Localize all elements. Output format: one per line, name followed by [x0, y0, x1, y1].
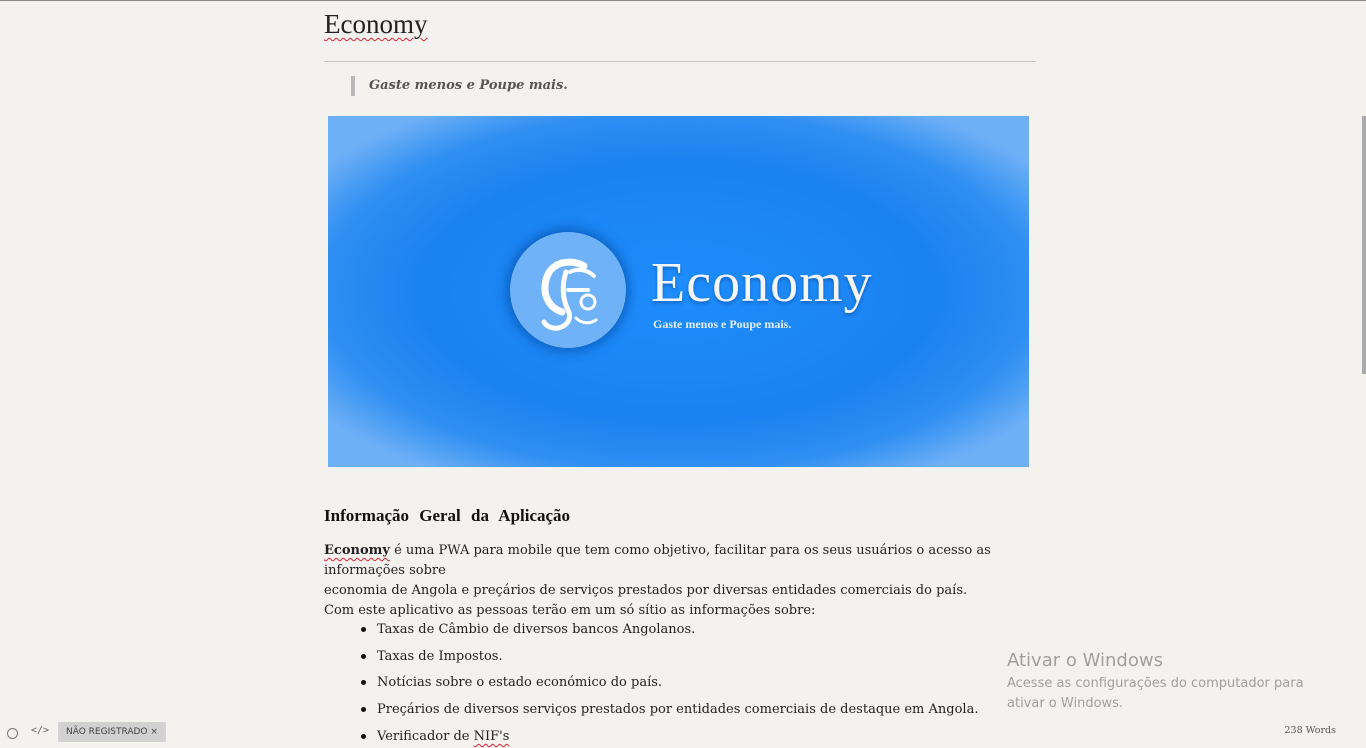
page-title[interactable]: Economy: [324, 9, 427, 40]
list-item: Taxas de Câmbio de diversos bancos Angol…: [360, 620, 978, 647]
list-item: Notícias sobre o estado económico do paí…: [360, 673, 978, 700]
intro-paragraph[interactable]: Economy é uma PWA para mobile que tem co…: [324, 541, 1036, 621]
word-count[interactable]: 238 Words: [1285, 725, 1337, 736]
window-top-border: [0, 0, 1366, 1]
blockquote[interactable]: Gaste menos e Poupe mais.: [351, 76, 568, 96]
unregistered-badge[interactable]: NÃO REGISTRADO ×: [58, 722, 166, 742]
scrollbar-thumb[interactable]: [1362, 116, 1366, 374]
hero-image: Economy Gaste menos e Poupe mais.: [328, 116, 1029, 467]
source-code-icon[interactable]: </>: [31, 725, 49, 736]
watermark-line-2: ativar o Windows.: [1007, 696, 1124, 711]
status-bar: </> NÃO REGISTRADO × 238 Words: [0, 722, 1366, 748]
windows-activation-watermark: Ativar o Windows Acesse as configurações…: [1007, 650, 1304, 714]
outline-toggle-icon[interactable]: [7, 728, 18, 739]
hero-brand-text: Economy: [651, 252, 873, 314]
economy-logo-circle: [510, 232, 626, 348]
list-item: Taxas de Impostos.: [360, 647, 978, 674]
section-heading[interactable]: Informação Geral da Aplicação: [324, 506, 570, 526]
intro-line-1-text: é uma PWA para mobile que tem como objet…: [324, 543, 991, 578]
intro-line-2: economia de Angola e preçários de serviç…: [324, 583, 968, 598]
title-divider: [324, 61, 1036, 62]
brand-word: Economy: [324, 543, 390, 558]
watermark-title: Ativar o Windows: [1007, 650, 1163, 671]
hero-tagline: Gaste menos e Poupe mais.: [653, 317, 792, 331]
economy-logo-icon: [541, 258, 598, 331]
intro-line-1: Economy é uma PWA para mobile que tem co…: [324, 541, 1036, 581]
watermark-line-1: Acesse as configurações do computador pa…: [1007, 676, 1304, 691]
intro-line-3: Com este aplicativo as pessoas terão em …: [324, 603, 816, 618]
